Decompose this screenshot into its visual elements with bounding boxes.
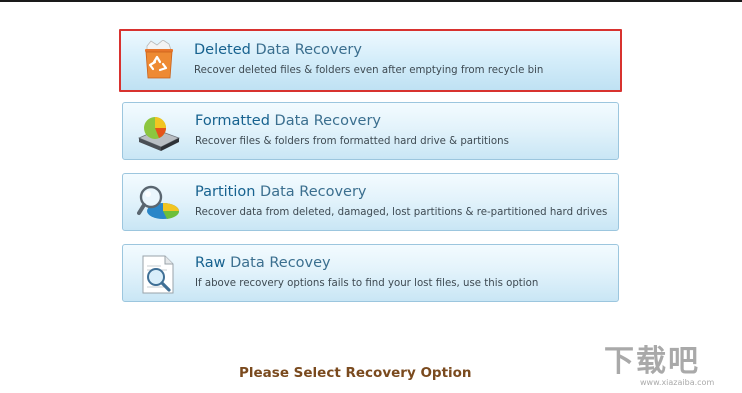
option-title-rest: Data Recovery (250, 42, 362, 58)
option-title-keyword: Raw (195, 255, 226, 271)
option-title: Raw Data Recovey (195, 255, 331, 271)
option-description: If above recovery options fails to find … (195, 278, 539, 289)
option-title: Formatted Data Recovery (195, 113, 381, 129)
recycle-bin-icon (145, 40, 173, 79)
partition-data-recovery-option[interactable]: Partition Data Recovery Recover data fro… (122, 173, 619, 231)
document-magnifier-icon (142, 255, 174, 294)
option-description: Recover files & folders from formatted h… (195, 136, 509, 147)
watermark-url: www.xiazaiba.com (640, 378, 715, 387)
watermark-text: 下载吧 (604, 344, 700, 379)
site-watermark: 下载吧 www.xiazaiba.com (604, 336, 740, 390)
raw-data-recovery-option[interactable]: Raw Data Recovey If above recovery optio… (122, 244, 619, 302)
partition-magnifier-icon (137, 185, 180, 219)
option-title-rest: Data Recovey (225, 255, 331, 271)
option-title-keyword: Partition (195, 184, 256, 200)
option-title: Partition Data Recovery (195, 184, 367, 200)
option-title-rest: Data Recovery (255, 184, 367, 200)
hard-drive-pie-icon (137, 117, 181, 151)
option-description: Recover data from deleted, damaged, lost… (195, 207, 608, 218)
option-title-keyword: Formatted (195, 113, 270, 129)
option-title-rest: Data Recovery (269, 113, 381, 129)
select-option-prompt: Please Select Recovery Option (239, 365, 472, 381)
formatted-data-recovery-option[interactable]: Formatted Data Recovery Recover files & … (122, 102, 619, 160)
option-description: Recover deleted files & folders even aft… (194, 65, 544, 76)
option-title: Deleted Data Recovery (194, 42, 362, 58)
option-title-keyword: Deleted (194, 42, 251, 58)
top-border (0, 0, 742, 2)
deleted-data-recovery-option[interactable]: Deleted Data Recovery Recover deleted fi… (119, 29, 622, 92)
